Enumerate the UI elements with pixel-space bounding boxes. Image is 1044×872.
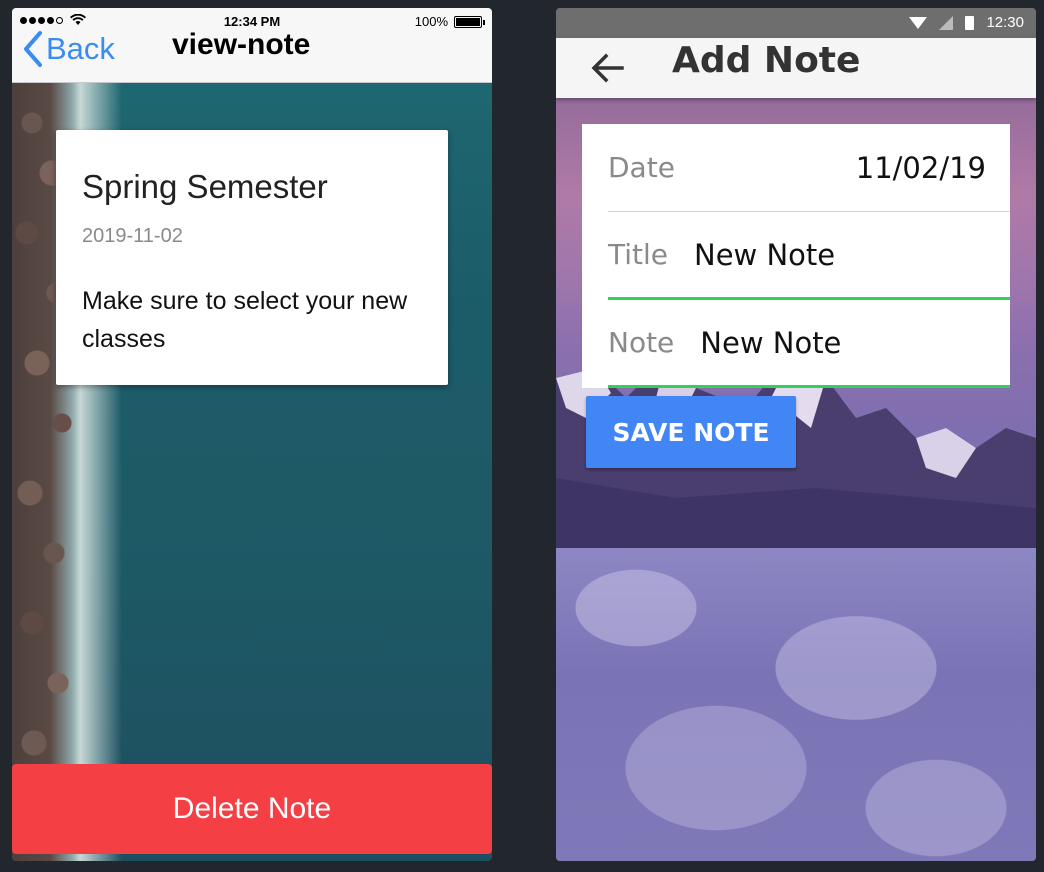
battery-icon <box>454 16 485 28</box>
android-add-note-screen: 12:30 Add Note Date 11/02/19 Title New N… <box>556 8 1036 861</box>
android-status-bar: 12:30 <box>556 8 1036 38</box>
ios-view-note-screen: 12:34 PM 100% Back view-note Spring Seme… <box>12 8 492 861</box>
battery-percent: 100% <box>414 14 448 29</box>
wifi-icon <box>909 16 928 29</box>
note-label: Note <box>608 326 675 359</box>
date-field[interactable]: Date 11/02/19 <box>608 124 1010 212</box>
note-card: Spring Semester 2019-11-02 Make sure to … <box>56 130 448 385</box>
note-title: Spring Semester <box>82 168 328 205</box>
date-value[interactable]: 11/02/19 <box>856 151 986 185</box>
signal-icon <box>939 15 954 30</box>
status-time: 12:30 <box>986 14 1024 31</box>
page-title: Add Note <box>672 40 861 81</box>
ios-navigation-bar: 12:34 PM 100% Back view-note <box>12 8 492 83</box>
android-toolbar: Add Note <box>556 38 1036 98</box>
delete-note-button[interactable]: Delete Note <box>12 764 492 854</box>
page-title: view-note <box>172 28 311 61</box>
chevron-left-icon <box>24 31 42 67</box>
title-label: Title <box>608 238 669 271</box>
note-input[interactable]: New Note <box>700 326 841 360</box>
add-note-form: Date 11/02/19 Title New Note Note New No… <box>582 124 1010 388</box>
back-button[interactable]: Back <box>22 30 115 68</box>
title-field[interactable]: Title New Note <box>608 212 1010 300</box>
save-note-button[interactable]: SAVE NOTE <box>586 396 796 468</box>
arrow-left-icon[interactable] <box>586 46 630 90</box>
battery-icon <box>965 15 975 30</box>
cloud-background <box>556 548 1036 861</box>
date-label: Date <box>608 151 675 184</box>
title-input[interactable]: New Note <box>694 238 835 272</box>
note-body: Make sure to select your new classes <box>82 287 408 353</box>
note-date: 2019-11-02 <box>82 225 183 247</box>
note-field[interactable]: Note New Note <box>608 300 1010 388</box>
back-label: Back <box>46 31 115 66</box>
